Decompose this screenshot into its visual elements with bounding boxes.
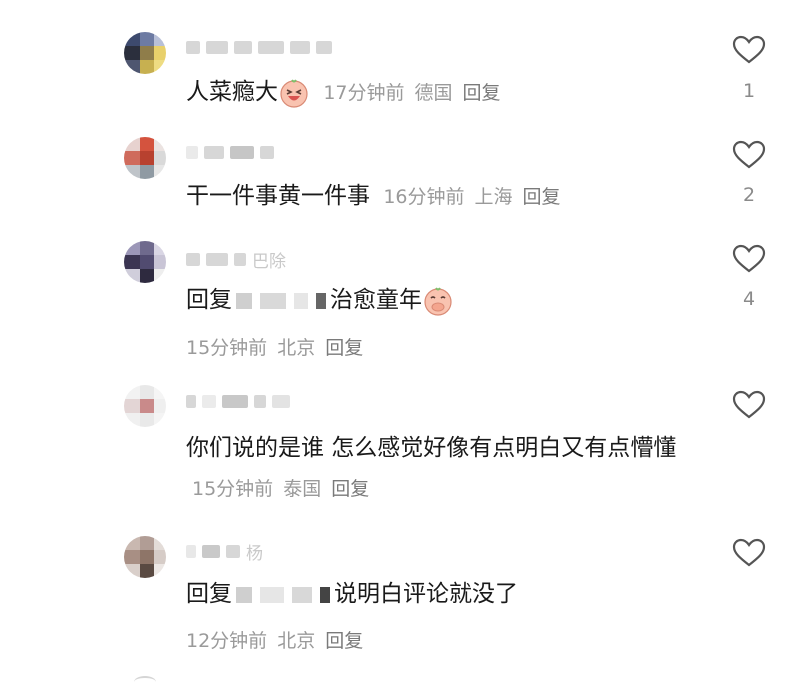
heart-outline-icon[interactable]	[732, 244, 766, 274]
laughing-face-emoji	[280, 78, 308, 108]
username-text: 巴除	[252, 251, 286, 272]
reply-button[interactable]: 回复	[325, 337, 363, 359]
redacted-mention	[294, 292, 308, 309]
comment-meta: 12分钟前 北京 回复	[186, 626, 363, 653]
comment-time: 12分钟前	[186, 630, 268, 652]
comment-body: 说明白评论就没了	[334, 581, 518, 607]
covering-mouth-emoji	[424, 286, 452, 316]
comment-body: 人菜瘾大	[186, 79, 278, 105]
comment-time: 15分钟前	[186, 337, 268, 359]
comment-meta: 15分钟前 泰国 回复	[192, 478, 369, 500]
comment-location: 上海	[474, 186, 513, 208]
comment-time: 15分钟前	[192, 478, 274, 500]
next-comment-avatar	[134, 676, 156, 688]
avatar[interactable]	[124, 137, 166, 179]
comment-time: 16分钟前	[383, 186, 465, 208]
redacted-mention	[236, 586, 252, 603]
reply-button[interactable]: 回复	[325, 630, 363, 652]
redacted-mention	[260, 292, 286, 309]
avatar[interactable]	[124, 241, 166, 283]
reply-button[interactable]: 回复	[331, 478, 369, 500]
redacted-mention	[292, 586, 312, 603]
comment-location: 德国	[414, 82, 453, 104]
username[interactable]: 杨	[186, 542, 263, 564]
comment-body: 你们说的是谁 怎么感觉好像有点明白又有点懵懂	[186, 435, 677, 461]
username[interactable]	[186, 143, 274, 161]
heart-outline-icon[interactable]	[732, 35, 766, 65]
username[interactable]	[186, 38, 332, 56]
comment-time: 17分钟前	[323, 82, 405, 104]
heart-outline-icon[interactable]	[732, 390, 766, 420]
reply-prefix: 回复	[186, 287, 232, 313]
comment-body: 治愈童年	[330, 287, 422, 313]
avatar[interactable]	[124, 385, 166, 427]
heart-outline-icon[interactable]	[732, 538, 766, 568]
comment-location: 北京	[277, 630, 316, 652]
avatar[interactable]	[124, 32, 166, 74]
comment-meta: 16分钟前 上海 回复	[383, 186, 560, 208]
reply-prefix: 回复	[186, 581, 232, 607]
like-count: 2	[742, 184, 756, 206]
comment-location: 泰国	[283, 478, 322, 500]
like-count: 4	[742, 288, 756, 310]
reply-button[interactable]: 回复	[463, 82, 501, 104]
username[interactable]	[186, 392, 290, 410]
redacted-mention	[320, 586, 330, 603]
redacted-mention	[260, 586, 284, 603]
redacted-mention	[316, 292, 326, 309]
username[interactable]: 巴除	[186, 250, 286, 272]
comment-text: 干一件事黄一件事 16分钟前 上海 回复	[186, 176, 700, 217]
comment-text: 回复 治愈童年	[186, 280, 700, 320]
like-count: 1	[742, 80, 756, 102]
username-text: 杨	[246, 543, 263, 564]
comment-text: 回复 说明白评论就没了	[186, 574, 700, 614]
comment-text: 人菜瘾大 17分钟前 德国 回复	[186, 72, 700, 113]
comment-body: 干一件事黄一件事	[186, 183, 370, 209]
comment-meta: 15分钟前 北京 回复	[186, 333, 363, 360]
comment-meta: 17分钟前 德国 回复	[323, 82, 500, 104]
comment-location: 北京	[277, 337, 316, 359]
redacted-mention	[236, 292, 252, 309]
heart-outline-icon[interactable]	[732, 140, 766, 170]
comment-text: 你们说的是谁 怎么感觉好像有点明白又有点懵懂 15分钟前 泰国 回复	[186, 428, 700, 509]
reply-button[interactable]: 回复	[523, 186, 561, 208]
avatar[interactable]	[124, 536, 166, 578]
